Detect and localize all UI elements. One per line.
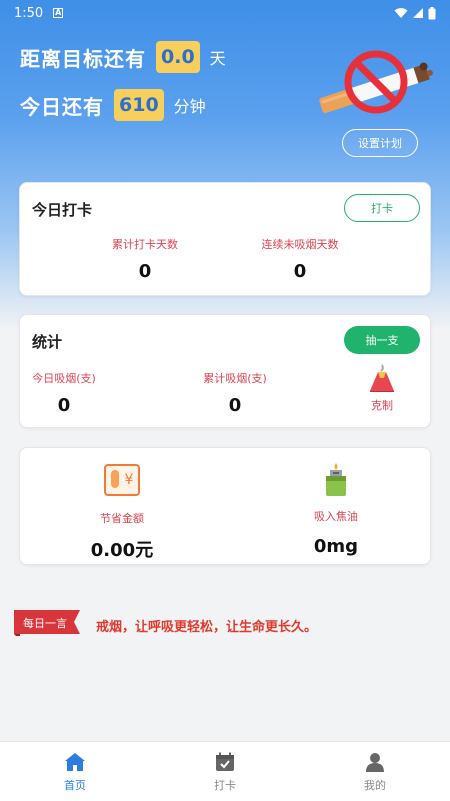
restrain-label: 克制 — [371, 399, 393, 412]
smoke-free-streak-value: 0 — [293, 261, 307, 282]
set-plan-button[interactable]: 设置计划 — [342, 129, 418, 157]
tab-mine-label: 我的 — [364, 779, 386, 792]
checkin-card: 今日打卡 打卡 累计打卡天数 0 连续未吸烟天数 0 — [19, 182, 431, 296]
calendar-check-icon — [216, 752, 234, 771]
today-minutes-row: 今日还有 610 分钟 — [20, 89, 206, 121]
tar-inhaled-value: 0mg — [313, 536, 359, 557]
status-icons — [394, 6, 436, 20]
checkin-card-title: 今日打卡 — [32, 201, 93, 219]
tar-inhaled-label: 吸入焦油 — [314, 510, 358, 523]
goal-days-label: 距离目标还有 — [20, 46, 146, 71]
user-icon — [366, 753, 384, 772]
bottom-tab-bar: 首页 打卡 我的 — [0, 741, 450, 801]
tab-checkin-label: 打卡 — [214, 779, 236, 792]
today-minutes-value: 610 — [114, 89, 164, 121]
money-icon: ¥ — [104, 464, 140, 496]
savings-card: ¥ 节省金额 0.00元 吸入焦油 0mg — [19, 447, 431, 565]
restrain-button[interactable]: 克制 — [360, 363, 404, 423]
total-checkin-days-value: 0 — [138, 261, 152, 282]
daily-quote-tag-label: 每日一言 — [23, 617, 67, 630]
tar-inhaled-block: 吸入焦油 0mg — [286, 462, 386, 557]
total-smoked-label: 累计吸烟(支) — [203, 372, 267, 385]
statistics-card: 统计 抽一支 今日吸烟(支) 0 累计吸烟(支) 0 克制 — [19, 314, 431, 428]
status-bar: 1:50 A — [0, 0, 450, 26]
tab-home-label: 首页 — [64, 779, 86, 792]
tab-mine[interactable]: 我的 — [300, 742, 450, 801]
notification-a-icon: A — [53, 8, 64, 18]
tab-home[interactable]: 首页 — [0, 742, 150, 801]
tab-checkin[interactable]: 打卡 — [150, 742, 300, 801]
money-saved-value: 0.00元 — [90, 540, 154, 561]
today-smoked-label: 今日吸烟(支) — [32, 372, 96, 385]
no-smoking-icon — [319, 50, 433, 114]
today-smoked-value: 0 — [57, 395, 71, 416]
volcano-icon — [370, 364, 394, 392]
daily-quote-text: 戒烟，让呼吸更轻松，让生命更长久。 — [96, 620, 318, 635]
money-saved-label: 节省金额 — [100, 512, 144, 525]
today-minutes-unit: 分钟 — [173, 97, 206, 116]
total-checkin-days-label: 累计打卡天数 — [112, 238, 178, 251]
status-time: 1:50 — [14, 5, 44, 21]
goal-days-unit: 天 — [209, 49, 226, 68]
total-smoked-value: 0 — [228, 395, 242, 416]
money-saved-block: ¥ 节省金额 0.00元 — [70, 462, 174, 562]
goal-days-row: 距离目标还有 0.0 天 — [20, 41, 226, 73]
svg-text:¥: ¥ — [125, 472, 134, 488]
today-minutes-label: 今日还有 — [20, 94, 104, 119]
wifi-icon — [394, 8, 408, 18]
battery-icon — [428, 6, 436, 19]
statistics-card-title: 统计 — [32, 333, 63, 351]
smoke-one-button[interactable]: 抽一支 — [344, 326, 420, 354]
smoke-free-streak-label: 连续未吸烟天数 — [261, 238, 339, 251]
lighter-icon — [326, 463, 346, 496]
cell-signal-icon — [413, 8, 423, 18]
home-icon — [65, 753, 85, 771]
checkin-button[interactable]: 打卡 — [344, 194, 420, 222]
goal-days-value: 0.0 — [156, 41, 200, 73]
